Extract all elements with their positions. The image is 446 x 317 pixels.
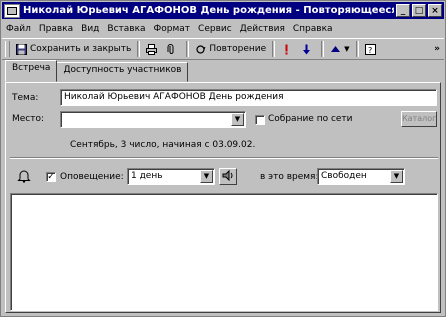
menu-file[interactable]: Файл	[2, 24, 35, 34]
speaker-icon	[222, 169, 233, 182]
menu-help[interactable]: Справка	[289, 24, 337, 34]
reminder-checkbox[interactable]: ✓	[46, 172, 56, 182]
print-button[interactable]	[143, 40, 163, 58]
save-close-label: Сохранить и закрыть	[30, 44, 132, 54]
online-meeting-checkbox[interactable]	[255, 115, 265, 125]
toolbar-separator	[355, 41, 359, 57]
toolbar-separator	[272, 41, 276, 57]
reminder-bell-icon	[16, 169, 32, 185]
section-divider	[10, 157, 438, 159]
recurrence-info: Сентябрь, 3 число, начиная с 03.09.02.	[70, 140, 256, 150]
toolbar-grip[interactable]	[5, 41, 10, 57]
menu-tools[interactable]: Сервис	[194, 24, 236, 34]
chevron-down-icon[interactable]: ▼	[344, 45, 349, 53]
printer-icon	[146, 43, 158, 55]
importance-high-button[interactable]	[278, 40, 298, 58]
reminder-sound-button[interactable]	[219, 168, 237, 185]
menu-edit[interactable]: Правка	[35, 24, 77, 34]
notes-area[interactable]	[10, 193, 438, 311]
reminder-label: Оповещение:	[60, 172, 124, 182]
chevron-down-icon[interactable]: ▼	[390, 170, 403, 183]
window-title: Николай Юрьевич АГАФОНОВ День рождения -…	[23, 5, 394, 16]
maximize-button[interactable]: □	[412, 4, 426, 17]
tab-scheduling[interactable]: Доступность участников	[56, 62, 189, 82]
subject-field[interactable]: Николай Юрьевич АГАФОНОВ День рождения	[60, 89, 437, 106]
previous-item-button[interactable]: ▼	[327, 40, 352, 58]
menu-format[interactable]: Формат	[150, 24, 195, 34]
subject-label: Тема:	[12, 93, 39, 103]
standard-toolbar: Сохранить и закрыть Повторение ▼ ? »	[2, 38, 444, 60]
chevron-down-icon[interactable]: ▼	[231, 113, 244, 126]
menu-view[interactable]: Вид	[77, 24, 103, 34]
recurrence-label: Повторение	[209, 44, 267, 54]
location-label: Место:	[12, 114, 45, 124]
location-combo[interactable]: ▼	[60, 111, 246, 128]
toolbar-separator	[186, 41, 190, 57]
toolbar-separator	[321, 41, 325, 57]
minimize-button[interactable]: _	[396, 4, 410, 17]
up-arrow-icon	[331, 45, 341, 52]
help-icon: ?	[364, 43, 376, 55]
tab-appointment[interactable]: Встреча	[5, 60, 58, 82]
down-arrow-icon	[303, 44, 311, 54]
appointment-icon	[4, 3, 20, 18]
title-bar[interactable]: Николай Юрьевич АГАФОНОВ День рождения -…	[2, 2, 444, 19]
save-icon	[16, 43, 27, 55]
svg-text:?: ?	[368, 46, 372, 55]
attach-button[interactable]	[163, 40, 183, 58]
importance-low-button[interactable]	[298, 40, 318, 58]
close-button[interactable]: ×	[428, 4, 442, 17]
toolbar-separator	[137, 41, 141, 57]
paperclip-icon	[167, 43, 174, 54]
reminder-combo[interactable]: 1 день ▼	[127, 168, 215, 185]
directory-button[interactable]: Каталог	[401, 111, 437, 127]
recurrence-icon	[196, 44, 206, 54]
tab-strip: Встреча Доступность участников	[5, 60, 189, 82]
appointment-panel: Тема: Николай Юрьевич АГАФОНОВ День рожд…	[5, 82, 441, 313]
save-close-button[interactable]: Сохранить и закрыть	[13, 40, 134, 58]
menu-bar: Файл Правка Вид Вставка Формат Сервис Де…	[2, 20, 444, 37]
toolbar-more-chevron[interactable]: »	[434, 44, 440, 54]
show-time-as-label: в это время:	[260, 172, 319, 182]
exclamation-icon	[285, 44, 288, 54]
recurrence-button[interactable]: Повторение	[192, 40, 269, 58]
online-meeting-label: Собрание по сети	[268, 114, 353, 124]
show-time-as-value: Свободен	[321, 171, 367, 181]
reminder-value: 1 день	[131, 171, 163, 181]
appointment-window: Николай Юрьевич АГАФОНОВ День рождения -…	[0, 0, 446, 317]
chevron-down-icon[interactable]: ▼	[200, 170, 213, 183]
help-button[interactable]: ?	[362, 40, 382, 58]
menu-insert[interactable]: Вставка	[103, 24, 149, 34]
show-time-as-combo[interactable]: Свободен ▼	[317, 168, 405, 185]
menu-actions[interactable]: Действия	[236, 24, 289, 34]
